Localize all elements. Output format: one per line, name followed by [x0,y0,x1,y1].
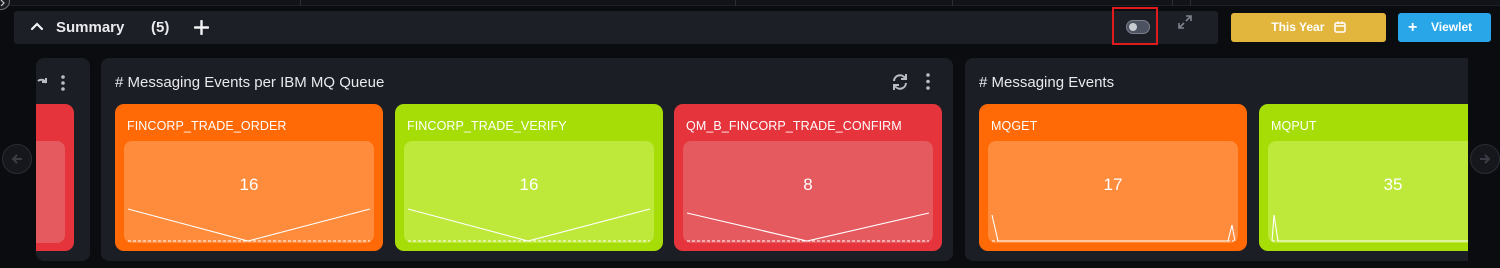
viewlet-label: Viewlet [1431,20,1473,34]
sparkline [1271,214,1468,242]
calendar-icon [1334,21,1346,33]
viewlet-panel-messaging-events: # Messaging Events MQGET 17 MQPUT 35 [965,58,1468,261]
metric-tile-body: 35 [1268,141,1468,243]
metric-tile[interactable]: MQPUT 35 [1259,104,1468,251]
dashboard-root: Summary (5) This Year + Viewlet # Messag… [0,0,1500,268]
expand-arrows-icon[interactable] [1177,14,1193,30]
metric-tile[interactable]: QM_B_FINCORP_TRADE_CONFIRM 8 [674,104,942,251]
tab-divider [1190,0,1191,6]
metric-tile-body [36,141,65,243]
arrow-right-icon [1480,154,1491,164]
plus-icon[interactable] [194,20,209,35]
metric-tile-body: 16 [124,141,374,243]
metric-tile-body: 17 [988,141,1238,243]
metric-tile[interactable]: MQGET 17 [979,104,1247,251]
sparkline [407,208,651,242]
kebab-menu-icon[interactable] [61,75,65,91]
tab-divider [952,0,953,6]
metric-tile[interactable]: FINCORP_TRADE_VERIFY 16 [395,104,663,251]
sparkline [127,208,371,242]
chevron-up-icon[interactable] [30,21,44,31]
metric-tile-name: QM_B_FINCORP_TRADE_CONFIRM [686,119,902,133]
section-count: (5) [151,19,170,36]
tab-divider [300,0,301,6]
plus-icon: + [1408,19,1418,36]
viewlet-panel-queue-events: # Messaging Events per IBM MQ Queue FINC… [101,58,953,261]
chevron-right-icon [0,0,5,6]
metric-tile[interactable] [36,104,74,251]
metric-tile-name: MQPUT [1271,119,1317,133]
add-viewlet-button[interactable]: + Viewlet [1398,13,1491,42]
refresh-icon[interactable] [891,73,909,91]
metric-tile-body: 8 [683,141,933,243]
metric-tile-name: FINCORP_TRADE_ORDER [127,119,287,133]
refresh-icon[interactable] [36,77,48,91]
metric-tile-body: 16 [404,141,654,243]
tab-divider [735,0,736,6]
arrow-left-icon [11,154,22,164]
kebab-menu-icon[interactable] [926,73,930,90]
this-year-button[interactable]: This Year [1231,13,1386,42]
viewlet-panel-partial [36,58,90,261]
panel-title: # Messaging Events [979,74,1115,91]
summary-header: Summary (5) [14,11,1218,44]
carousel-next-button[interactable] [1470,144,1500,174]
metric-tile-name: FINCORP_TRADE_VERIFY [407,119,567,133]
toggle-switch-icon[interactable] [1126,20,1150,34]
this-year-label: This Year [1271,20,1325,34]
viewlet-carousel: # Messaging Events per IBM MQ Queue FINC… [0,44,1500,268]
metric-tile-name: MQGET [991,119,1038,133]
tab-divider [1172,0,1173,6]
section-title: Summary [56,19,125,36]
toggle-knob [1129,23,1137,31]
sparkline [686,212,930,242]
sparkline [991,214,1236,242]
metric-tile[interactable]: FINCORP_TRADE_ORDER 16 [115,104,383,251]
panel-title: # Messaging Events per IBM MQ Queue [115,74,385,91]
top-strip [0,0,1500,6]
toggle-highlight [1112,7,1158,45]
corner-collapse-button[interactable] [0,0,10,10]
carousel-prev-button[interactable] [2,144,32,174]
